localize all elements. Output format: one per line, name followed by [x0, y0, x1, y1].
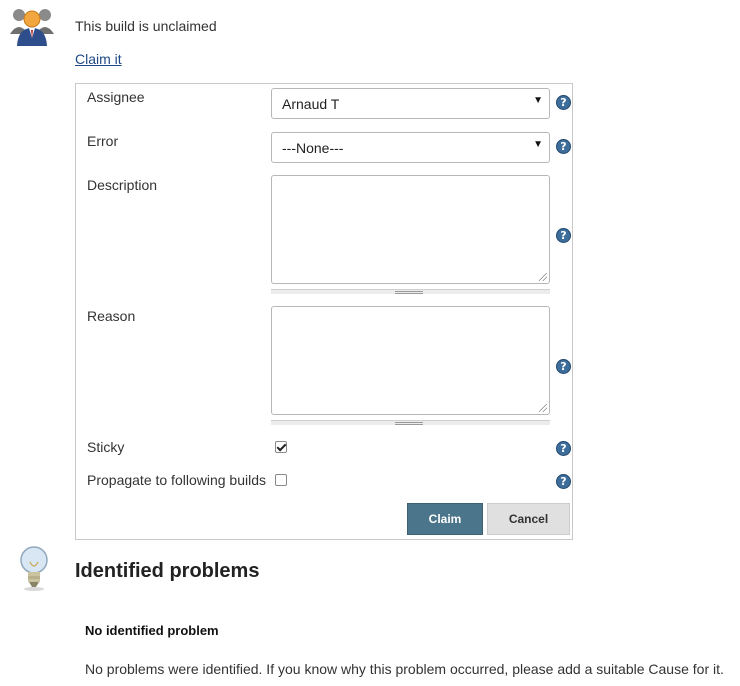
resize-grip-icon[interactable] — [539, 273, 547, 281]
sticky-checkbox[interactable] — [275, 441, 287, 453]
no-problem-title: No identified problem — [85, 623, 219, 638]
cancel-button[interactable]: Cancel — [487, 503, 570, 535]
no-problem-description: No problems were identified. If you know… — [85, 661, 724, 677]
dropdown-arrow-icon: ▼ — [533, 139, 543, 150]
assignee-label: Assignee — [87, 89, 145, 105]
error-select[interactable]: ---None--- ▼ — [271, 132, 550, 163]
propagate-label: Propagate to following builds — [87, 472, 267, 488]
reason-textarea[interactable] — [271, 306, 550, 415]
description-label: Description — [87, 177, 158, 193]
dropdown-arrow-icon: ▼ — [533, 95, 543, 106]
help-icon[interactable]: ? — [556, 474, 571, 489]
help-icon[interactable]: ? — [556, 441, 571, 456]
help-icon[interactable]: ? — [556, 95, 571, 110]
description-textarea[interactable] — [271, 175, 550, 284]
help-icon[interactable]: ? — [556, 359, 571, 374]
reason-label: Reason — [87, 308, 136, 324]
identified-problems-heading: Identified problems — [75, 560, 260, 582]
help-icon[interactable]: ? — [556, 139, 571, 154]
help-icon[interactable]: ? — [556, 228, 571, 243]
assignee-selected-value: Arnaud T — [282, 96, 340, 112]
propagate-checkbox[interactable] — [275, 474, 287, 486]
claim-form: Assignee Arnaud T ▼ ? Error ---None--- ▼… — [75, 83, 573, 540]
error-selected-value: ---None--- — [282, 140, 344, 156]
claim-status-text: This build is unclaimed — [75, 18, 217, 34]
claim-it-link[interactable]: Claim it — [75, 51, 122, 67]
lightbulb-icon — [20, 546, 48, 591]
error-label: Error — [87, 133, 119, 149]
claim-button[interactable]: Claim — [407, 503, 483, 535]
assignee-select[interactable]: Arnaud T ▼ — [271, 88, 550, 119]
sticky-label: Sticky — [87, 439, 125, 455]
resize-grip-icon[interactable] — [539, 404, 547, 412]
description-resize-handle[interactable] — [271, 289, 550, 294]
users-icon — [10, 9, 54, 46]
reason-resize-handle[interactable] — [271, 420, 550, 425]
